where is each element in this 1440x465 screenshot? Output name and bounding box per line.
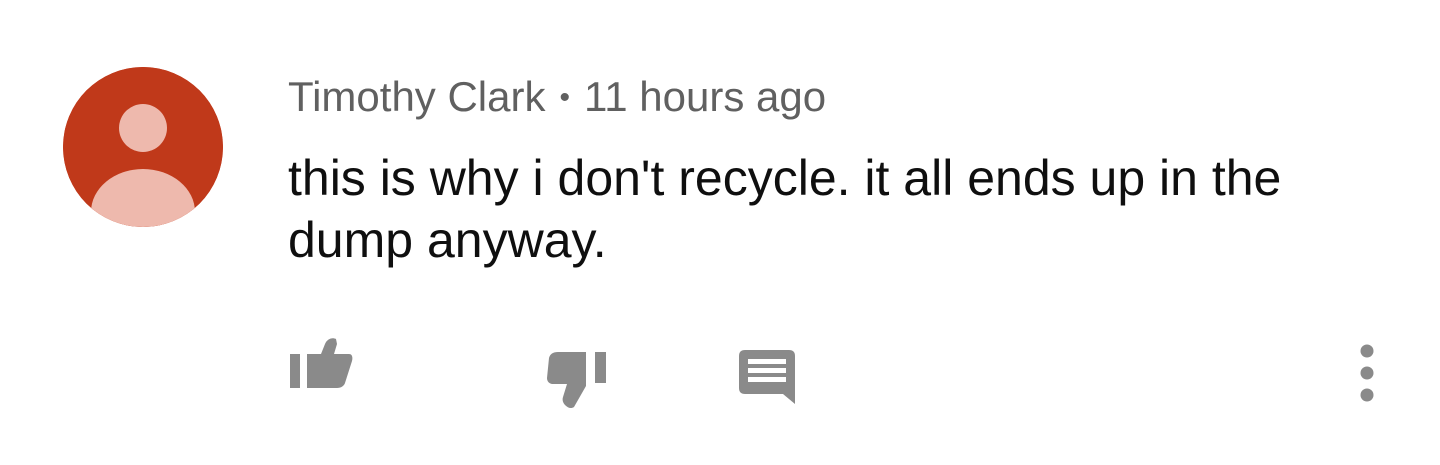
like-button[interactable] [289, 334, 353, 390]
more-vertical-icon [1360, 344, 1374, 402]
dislike-button[interactable] [545, 348, 607, 410]
comment-timestamp: 11 hours ago [584, 73, 827, 120]
avatar[interactable] [63, 67, 223, 227]
comment-icon [739, 350, 795, 404]
author-name[interactable]: Timothy Clark [288, 73, 545, 120]
thumbs-down-icon [547, 352, 606, 409]
reply-button[interactable] [739, 348, 797, 406]
meta-separator: • [559, 81, 570, 114]
comment-content: Timothy Clark • 11 hours ago this is why i… [288, 70, 1368, 271]
more-options-button[interactable] [1352, 343, 1382, 403]
comment-meta: Timothy Clark • 11 hours ago [288, 70, 1368, 125]
comment-card: Timothy Clark • 11 hours ago this is why i… [0, 0, 1440, 465]
thumbs-up-icon [290, 338, 353, 388]
comment-text: this is why i don't recycle. it all ends… [288, 150, 1282, 268]
